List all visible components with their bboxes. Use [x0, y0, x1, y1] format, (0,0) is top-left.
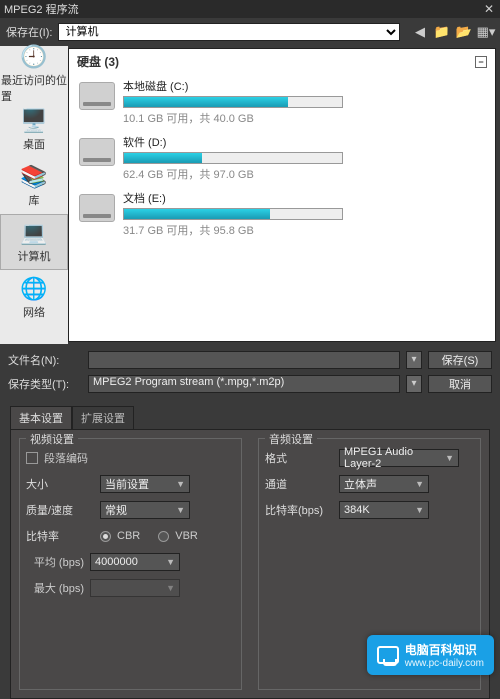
- audio-legend: 音频设置: [265, 431, 317, 447]
- video-legend: 视频设置: [26, 431, 78, 447]
- filename-input[interactable]: [88, 351, 400, 369]
- chevron-down-icon: ▼: [166, 583, 175, 593]
- browser-header: 硬盘 (3): [77, 53, 119, 70]
- avg-label: 平均 (bps): [26, 554, 84, 570]
- channel-select[interactable]: 立体声▼: [339, 475, 429, 493]
- max-label: 最大 (bps): [26, 580, 84, 596]
- drive-icon: [79, 82, 115, 110]
- format-label: 格式: [265, 450, 333, 466]
- segment-label: 段落编码: [44, 450, 88, 466]
- chevron-down-icon: ▼: [415, 505, 424, 515]
- drive-name: 本地磁盘 (C:): [123, 78, 363, 94]
- drive-usage-bar: [123, 96, 343, 108]
- recent-icon: 🕘: [20, 44, 47, 70]
- chevron-down-icon: ▼: [166, 557, 175, 567]
- watermark-url: www.pc-daily.com: [405, 658, 484, 669]
- close-icon[interactable]: ✕: [482, 2, 496, 16]
- quality-label: 质量/速度: [26, 502, 94, 518]
- tab-extended[interactable]: 扩展设置: [72, 406, 134, 429]
- drive-usage-bar: [123, 208, 343, 220]
- library-icon: 📚: [20, 164, 47, 190]
- size-select[interactable]: 当前设置▼: [100, 475, 190, 493]
- audio-bitrate-label: 比特率(bps): [265, 502, 333, 518]
- computer-icon: 💻: [20, 220, 47, 246]
- place-label: 库: [29, 192, 40, 208]
- drive-info: 10.1 GB 可用，共 40.0 GB: [123, 110, 363, 126]
- video-settings: 视频设置 段落编码 大小 当前设置▼ 质量/速度 常规▼ 比特率 CBR VBR: [19, 438, 242, 690]
- max-bitrate-select: ▼: [90, 579, 180, 597]
- drive-info: 62.4 GB 可用，共 97.0 GB: [123, 166, 363, 182]
- new-folder-icon[interactable]: 📂: [456, 24, 472, 40]
- drive-name: 文档 (E:): [123, 190, 363, 206]
- filetype-select[interactable]: MPEG2 Program stream (*.mpg,*.m2p): [88, 375, 400, 393]
- drive-item[interactable]: 文档 (E:) 31.7 GB 可用，共 95.8 GB: [69, 186, 495, 242]
- avg-bitrate-select[interactable]: 4000000▼: [90, 553, 180, 571]
- vbr-radio[interactable]: [158, 531, 169, 542]
- save-button[interactable]: 保存(S): [428, 351, 492, 369]
- filename-dropdown-icon[interactable]: ▾: [406, 351, 422, 369]
- cbr-label: CBR: [117, 530, 140, 542]
- back-icon[interactable]: ◀: [412, 24, 428, 40]
- filetype-dropdown-icon[interactable]: ▾: [406, 375, 422, 393]
- network-icon: 🌐: [20, 276, 47, 302]
- save-in-select[interactable]: 计算机: [58, 23, 400, 41]
- place-recent[interactable]: 🕘最近访问的位置: [0, 46, 68, 102]
- filename-label: 文件名(N):: [8, 352, 82, 368]
- watermark: 电脑百科知识 www.pc-daily.com: [367, 635, 494, 675]
- drive-icon: [79, 138, 115, 166]
- quality-select[interactable]: 常规▼: [100, 501, 190, 519]
- format-select[interactable]: MPEG1 Audio Layer-2▼: [339, 449, 459, 467]
- up-icon[interactable]: 📁: [434, 24, 450, 40]
- collapse-icon[interactable]: −: [475, 56, 487, 68]
- watermark-logo-icon: [377, 646, 399, 664]
- drive-info: 31.7 GB 可用，共 95.8 GB: [123, 222, 363, 238]
- bitrate-label: 比特率: [26, 528, 94, 544]
- place-label: 计算机: [18, 248, 51, 264]
- chevron-down-icon: ▼: [176, 479, 185, 489]
- place-network[interactable]: 🌐 网络: [0, 270, 68, 326]
- drive-icon: [79, 194, 115, 222]
- chevron-down-icon: ▼: [176, 505, 185, 515]
- watermark-title: 电脑百科知识: [405, 641, 484, 658]
- audio-bitrate-select[interactable]: 384K▼: [339, 501, 429, 519]
- chevron-down-icon: ▼: [445, 453, 454, 463]
- save-in-label: 保存在(I):: [6, 24, 52, 40]
- place-library[interactable]: 📚库: [0, 158, 68, 214]
- drive-name: 软件 (D:): [123, 134, 363, 150]
- place-computer[interactable]: 💻 计算机: [0, 214, 68, 270]
- segment-checkbox[interactable]: [26, 452, 38, 464]
- window-title: MPEG2 程序流: [4, 1, 79, 17]
- place-label: 最近访问的位置: [1, 72, 67, 104]
- desktop-icon: 🖥️: [20, 108, 47, 134]
- drive-usage-bar: [123, 152, 343, 164]
- filetype-label: 保存类型(T):: [8, 376, 82, 392]
- cbr-radio[interactable]: [100, 531, 111, 542]
- places-bar: 🕘最近访问的位置 🖥️桌面 📚库 💻计算机 🌐网络: [0, 46, 68, 344]
- channel-label: 通道: [265, 476, 333, 492]
- tab-basic[interactable]: 基本设置: [10, 406, 72, 429]
- place-label: 桌面: [23, 136, 45, 152]
- view-icon[interactable]: ▦▾: [478, 24, 494, 40]
- drive-item[interactable]: 本地磁盘 (C:) 10.1 GB 可用，共 40.0 GB: [69, 74, 495, 130]
- vbr-label: VBR: [175, 530, 198, 542]
- chevron-down-icon: ▼: [415, 479, 424, 489]
- size-label: 大小: [26, 476, 94, 492]
- file-browser: 硬盘 (3) − 本地磁盘 (C:) 10.1 GB 可用，共 40.0 GB …: [68, 48, 496, 342]
- drive-item[interactable]: 软件 (D:) 62.4 GB 可用，共 97.0 GB: [69, 130, 495, 186]
- cancel-button[interactable]: 取消: [428, 375, 492, 393]
- place-desktop[interactable]: 🖥️ 桌面: [0, 102, 68, 158]
- place-label: 网络: [23, 304, 45, 320]
